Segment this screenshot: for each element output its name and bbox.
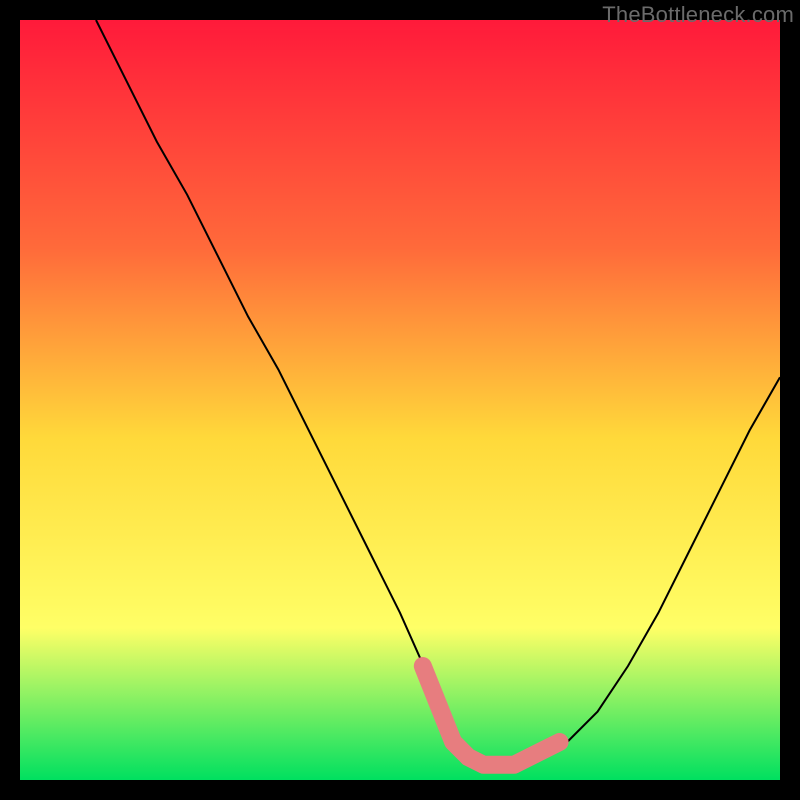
bottleneck-chart bbox=[20, 20, 780, 780]
watermark-text: TheBottleneck.com bbox=[602, 2, 794, 28]
gradient-background bbox=[20, 20, 780, 780]
